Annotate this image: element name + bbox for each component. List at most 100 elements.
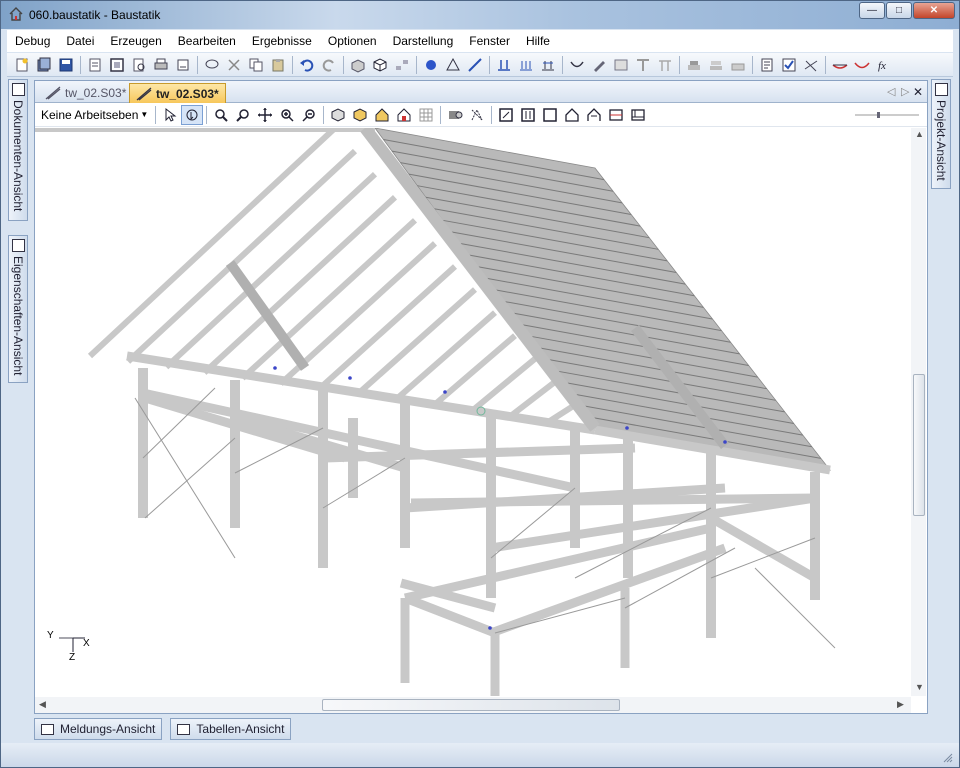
view-iso-button[interactable] (349, 105, 371, 125)
print-preview-icon (133, 58, 145, 71)
cut-button[interactable] (223, 55, 245, 75)
tab-close-icon[interactable]: ✕ (913, 85, 923, 99)
open-button[interactable] (33, 55, 55, 75)
deflection-button[interactable] (829, 55, 851, 75)
scroll-up-icon[interactable]: ▲ (915, 129, 924, 139)
top-view-button[interactable] (539, 105, 561, 125)
combination-button[interactable] (537, 55, 559, 75)
side-view-button[interactable] (517, 105, 539, 125)
layer-dropdown[interactable]: Keine Arbeitseben ▼ (39, 105, 152, 125)
project-view-tab[interactable]: Projekt-Ansicht (931, 79, 951, 189)
properties-view-tab[interactable]: Eigenschaften-Ansicht (8, 235, 28, 383)
deformation-button[interactable] (851, 55, 873, 75)
redo-button[interactable] (318, 55, 340, 75)
menu-hilfe[interactable]: Hilfe (518, 30, 558, 52)
horizontal-scroll-thumb[interactable] (322, 699, 620, 711)
scroll-left-icon[interactable]: ◀ (39, 699, 46, 710)
documents-view-tab[interactable]: Dokumenten-Ansicht (8, 79, 28, 221)
object-button[interactable] (347, 55, 369, 75)
scroll-down-icon[interactable]: ▼ (915, 682, 924, 692)
page-view-button[interactable] (106, 55, 128, 75)
select-pointer-button[interactable] (159, 105, 181, 125)
vertical-scrollbar[interactable]: ▲ ▼ (911, 128, 926, 696)
print-button[interactable] (150, 55, 172, 75)
copy-button[interactable] (245, 55, 267, 75)
zoom-all-button[interactable] (210, 105, 232, 125)
export-button[interactable] (172, 55, 194, 75)
layers-button[interactable] (705, 55, 727, 75)
menu-debug[interactable]: Debug (7, 30, 58, 52)
wall-view-button[interactable] (605, 105, 627, 125)
scroll-right-icon[interactable]: ▶ (897, 699, 904, 710)
floor-view-button[interactable] (627, 105, 649, 125)
formula-button[interactable]: fx (873, 55, 895, 75)
network-icon (396, 59, 408, 70)
timber-frame-model (35, 128, 836, 696)
zoom-slider[interactable] (855, 112, 919, 118)
network-button[interactable] (391, 55, 413, 75)
section-button[interactable] (610, 55, 632, 75)
maximize-button[interactable]: □ (886, 2, 912, 19)
support-button[interactable] (442, 55, 464, 75)
pen-icon (594, 60, 605, 72)
view-solid-button[interactable] (327, 105, 349, 125)
view-house-button[interactable] (371, 105, 393, 125)
wireframe-button[interactable] (466, 105, 488, 125)
menu-optionen[interactable]: Optionen (320, 30, 385, 52)
document-tab-2-active[interactable]: tw_02.S03* (129, 83, 226, 103)
member-button[interactable] (464, 55, 486, 75)
print-preview-button[interactable] (128, 55, 150, 75)
profile-button[interactable] (632, 55, 654, 75)
check-button[interactable] (778, 55, 800, 75)
zoom-out-button[interactable] (298, 105, 320, 125)
floor-view-icon (631, 108, 645, 121)
minimize-button[interactable]: — (859, 2, 885, 19)
save-button[interactable] (55, 55, 77, 75)
menu-ergebnisse[interactable]: Ergebnisse (244, 30, 320, 52)
menu-fenster[interactable]: Fenster (461, 30, 518, 52)
node-button[interactable] (420, 55, 442, 75)
tab-scroll-right-icon[interactable]: ▷ (901, 85, 909, 98)
tables-view-tab[interactable]: Tabellen-Ansicht (170, 718, 292, 740)
paste-button[interactable] (267, 55, 289, 75)
rafter (507, 379, 557, 420)
report-button[interactable] (756, 55, 778, 75)
render-button[interactable] (444, 105, 466, 125)
document-tab-1[interactable]: tw_02.S03* (39, 83, 132, 103)
pan-button[interactable] (254, 105, 276, 125)
load-button[interactable] (493, 55, 515, 75)
timber-button[interactable] (654, 55, 676, 75)
model-viewport[interactable]: Y Y X Z (35, 128, 909, 696)
menu-darstellung[interactable]: Darstellung (385, 30, 462, 52)
moment-button[interactable] (566, 55, 588, 75)
menu-datei[interactable]: Datei (58, 30, 102, 52)
measure-button[interactable] (800, 55, 822, 75)
grid-button[interactable] (415, 105, 437, 125)
foundation-button[interactable] (727, 55, 749, 75)
resize-grip-icon[interactable] (943, 753, 953, 763)
horizontal-scrollbar[interactable]: ◀ ▶ (35, 697, 911, 713)
gable-view-button[interactable] (561, 105, 583, 125)
lasso-button[interactable] (201, 55, 223, 75)
stack-button[interactable] (683, 55, 705, 75)
design-button[interactable] (588, 55, 610, 75)
zoom-button[interactable] (232, 105, 254, 125)
view-3d-dropdown[interactable] (369, 55, 391, 75)
roof-view-button[interactable] (583, 105, 605, 125)
view-roof-button[interactable] (393, 105, 415, 125)
select-rotate-button[interactable] (181, 104, 204, 125)
lasso-icon (205, 59, 219, 68)
zoom-in-button[interactable] (276, 105, 298, 125)
menu-bearbeiten[interactable]: Bearbeiten (170, 30, 244, 52)
vertical-scroll-thumb[interactable] (913, 374, 925, 516)
measure-icon (804, 60, 818, 71)
close-button[interactable]: ✕ (913, 2, 955, 19)
menu-erzeugen[interactable]: Erzeugen (102, 30, 169, 52)
tab-scroll-left-icon[interactable]: ◁ (887, 85, 895, 98)
front-view-button[interactable] (495, 105, 517, 125)
messages-view-tab[interactable]: Meldungs-Ansicht (34, 718, 163, 740)
new-project-button[interactable] (11, 55, 33, 75)
load-case-button[interactable] (515, 55, 537, 75)
document-button[interactable] (84, 55, 106, 75)
undo-button[interactable] (296, 55, 318, 75)
